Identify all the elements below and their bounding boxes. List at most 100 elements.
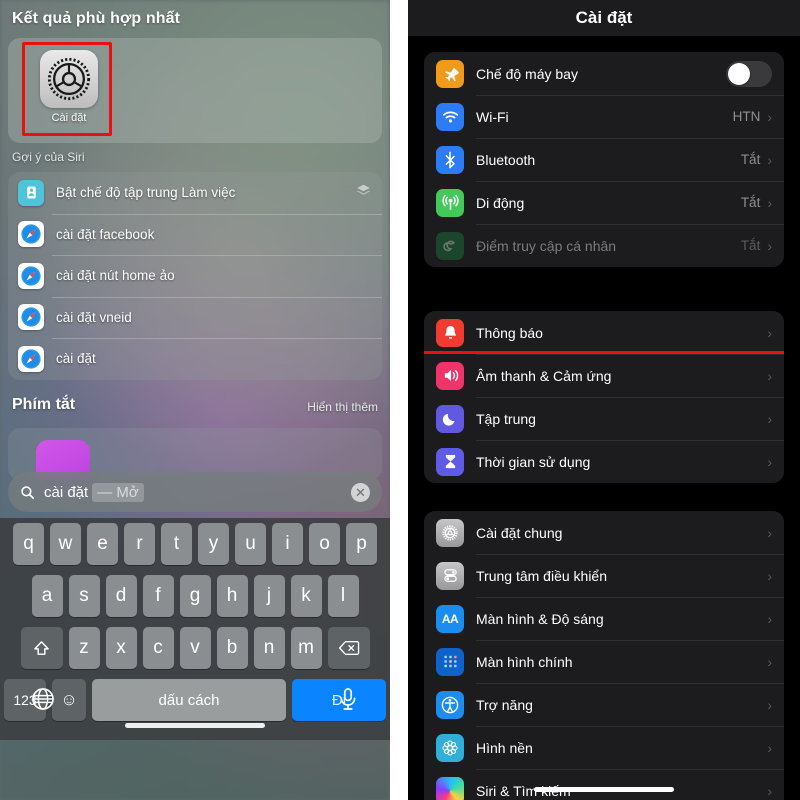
key-x[interactable]: x bbox=[105, 627, 137, 669]
mic-glyph bbox=[340, 688, 356, 710]
key-g[interactable]: g bbox=[179, 575, 211, 617]
settings-row-value: Tắt bbox=[740, 152, 761, 167]
globe-icon[interactable] bbox=[30, 686, 56, 717]
key-p[interactable]: p bbox=[346, 523, 377, 565]
safari-icon bbox=[18, 304, 44, 331]
accessibility-icon bbox=[436, 690, 464, 719]
key-z[interactable]: z bbox=[68, 627, 100, 669]
key-d[interactable]: d bbox=[105, 575, 137, 617]
key-m[interactable]: m bbox=[290, 627, 322, 669]
shortcuts-layers-icon bbox=[355, 182, 372, 204]
list-item[interactable]: cài đặt facebook bbox=[8, 213, 382, 256]
microphone-icon[interactable] bbox=[336, 686, 360, 717]
settings-row-focus[interactable]: Tập trung › bbox=[424, 397, 784, 440]
aa-glyph: AA bbox=[441, 611, 459, 626]
settings-row-wifi[interactable]: Wi-Fi HTN › bbox=[424, 95, 784, 138]
settings-row-cellular[interactable]: Di động Tắt › bbox=[424, 181, 784, 224]
settings-row-label: Trợ năng bbox=[476, 696, 533, 713]
app-grid-glyph bbox=[443, 655, 457, 668]
search-input[interactable]: cài đặt — Mở ✕ bbox=[8, 472, 382, 512]
settings-row-screen-time[interactable]: Thời gian sử dụng › bbox=[424, 440, 784, 483]
key-i[interactable]: i bbox=[272, 523, 303, 565]
list-item[interactable]: cài đặt bbox=[8, 338, 382, 380]
work-badge-glyph bbox=[26, 186, 36, 199]
key-u[interactable]: u bbox=[235, 523, 266, 565]
key-j[interactable]: j bbox=[253, 575, 285, 617]
settings-row-sounds-haptics[interactable]: Âm thanh & Cảm ứng › bbox=[424, 354, 784, 397]
siri-icon bbox=[436, 776, 464, 800]
key-v[interactable]: v bbox=[179, 627, 211, 669]
key-q[interactable]: q bbox=[13, 523, 44, 565]
bell-glyph bbox=[444, 326, 456, 339]
chevron-right-icon: › bbox=[767, 696, 772, 713]
key-n[interactable]: n bbox=[253, 627, 285, 669]
control-center-icon bbox=[436, 561, 464, 590]
settings-nav-bar: Cài đặt bbox=[408, 0, 800, 36]
moon-glyph bbox=[442, 413, 455, 426]
settings-row-personal-hotspot[interactable]: Điểm truy cập cá nhân Tắt › bbox=[424, 224, 784, 267]
globe-glyph bbox=[32, 688, 54, 710]
key-w[interactable]: w bbox=[50, 523, 81, 565]
shift-arrow-icon[interactable] bbox=[20, 627, 63, 669]
backspace-icon[interactable] bbox=[327, 627, 370, 669]
sounds-speaker-icon bbox=[436, 361, 464, 390]
shift-glyph bbox=[34, 640, 49, 655]
key-r[interactable]: r bbox=[124, 523, 155, 565]
settings-row-wallpaper[interactable]: Hình nền › bbox=[424, 726, 784, 769]
list-item[interactable]: cài đặt vneid bbox=[8, 296, 382, 339]
list-item-label: Bật chế độ tập trung Làm việc bbox=[56, 185, 236, 201]
chevron-right-icon: › bbox=[767, 108, 772, 125]
key-y[interactable]: y bbox=[198, 523, 229, 565]
key-c[interactable]: c bbox=[142, 627, 174, 669]
settings-row-home-screen[interactable]: Màn hình chính › bbox=[424, 640, 784, 683]
chevron-right-icon: › bbox=[767, 410, 772, 427]
settings-row-control-center[interactable]: Trung tâm điều khiển › bbox=[424, 554, 784, 597]
settings-row-display-brightness[interactable]: AA Màn hình & Độ sáng › bbox=[424, 597, 784, 640]
top-result-app-label: Cài đặt bbox=[51, 112, 87, 124]
list-item[interactable]: cài đặt nút home ảo bbox=[8, 255, 382, 297]
gear-glyph bbox=[47, 57, 91, 101]
home-screen-icon bbox=[436, 647, 464, 676]
key-f[interactable]: f bbox=[142, 575, 174, 617]
key-a[interactable]: a bbox=[31, 575, 63, 617]
layers-glyph bbox=[357, 184, 370, 195]
key-t[interactable]: t bbox=[161, 523, 192, 565]
airplane-mode-toggle[interactable] bbox=[726, 60, 772, 87]
key-o[interactable]: o bbox=[309, 523, 340, 565]
cellular-icon bbox=[436, 188, 464, 217]
settings-row-label: Thời gian sử dụng bbox=[476, 453, 591, 470]
chevron-right-icon: › bbox=[767, 237, 772, 254]
spotlight-search-screen: Kết quả phù hợp nhất Cài đặt Gợi ý của S… bbox=[0, 0, 390, 800]
key-k[interactable]: k bbox=[290, 575, 322, 617]
chevron-right-icon: › bbox=[767, 567, 772, 584]
settings-row-accessibility[interactable]: Trợ năng › bbox=[424, 683, 784, 726]
safari-glyph bbox=[21, 224, 41, 244]
settings-row-notifications[interactable]: Thông báo › bbox=[424, 311, 784, 354]
safari-icon bbox=[18, 345, 44, 372]
key-e[interactable]: e bbox=[87, 523, 118, 565]
settings-row-airplane-mode[interactable]: Chế độ máy bay bbox=[424, 52, 784, 95]
siri-suggestions-list: Bật chế độ tập trung Làm việc cài đặt fa… bbox=[8, 172, 382, 380]
list-item[interactable]: Bật chế độ tập trung Làm việc bbox=[8, 172, 382, 214]
chevron-right-icon: › bbox=[767, 453, 772, 470]
key-b[interactable]: b bbox=[216, 627, 248, 669]
key-s[interactable]: s bbox=[68, 575, 100, 617]
search-inline-suggestion: — Mở bbox=[92, 482, 144, 502]
top-result-app[interactable]: Cài đặt bbox=[24, 44, 114, 136]
key-l[interactable]: l bbox=[327, 575, 359, 617]
top-result-header: Kết quả phù hợp nhất bbox=[12, 10, 181, 27]
chevron-right-icon: › bbox=[767, 324, 772, 341]
on-screen-keyboard: q w e r t y u i o p a s d f g h j k l z … bbox=[0, 518, 390, 740]
clear-circle-icon[interactable]: ✕ bbox=[351, 482, 370, 502]
settings-group-connectivity: Chế độ máy bay Wi-Fi HTN › Bluetooth Tắt… bbox=[424, 52, 784, 267]
key-h[interactable]: h bbox=[216, 575, 248, 617]
settings-row-bluetooth[interactable]: Bluetooth Tắt › bbox=[424, 138, 784, 181]
siri-suggestions-header: Gợi ý của Siri bbox=[12, 150, 85, 164]
home-indicator bbox=[125, 723, 265, 728]
settings-row-general[interactable]: Cài đặt chung › bbox=[424, 511, 784, 554]
safari-glyph bbox=[21, 266, 41, 286]
chevron-right-icon: › bbox=[767, 610, 772, 627]
settings-row-siri-search[interactable]: Siri & Tìm kiếm › bbox=[424, 769, 784, 800]
settings-row-label: Màn hình & Độ sáng bbox=[476, 610, 604, 627]
shortcuts-show-more-link[interactable]: Hiển thị thêm bbox=[307, 400, 378, 414]
